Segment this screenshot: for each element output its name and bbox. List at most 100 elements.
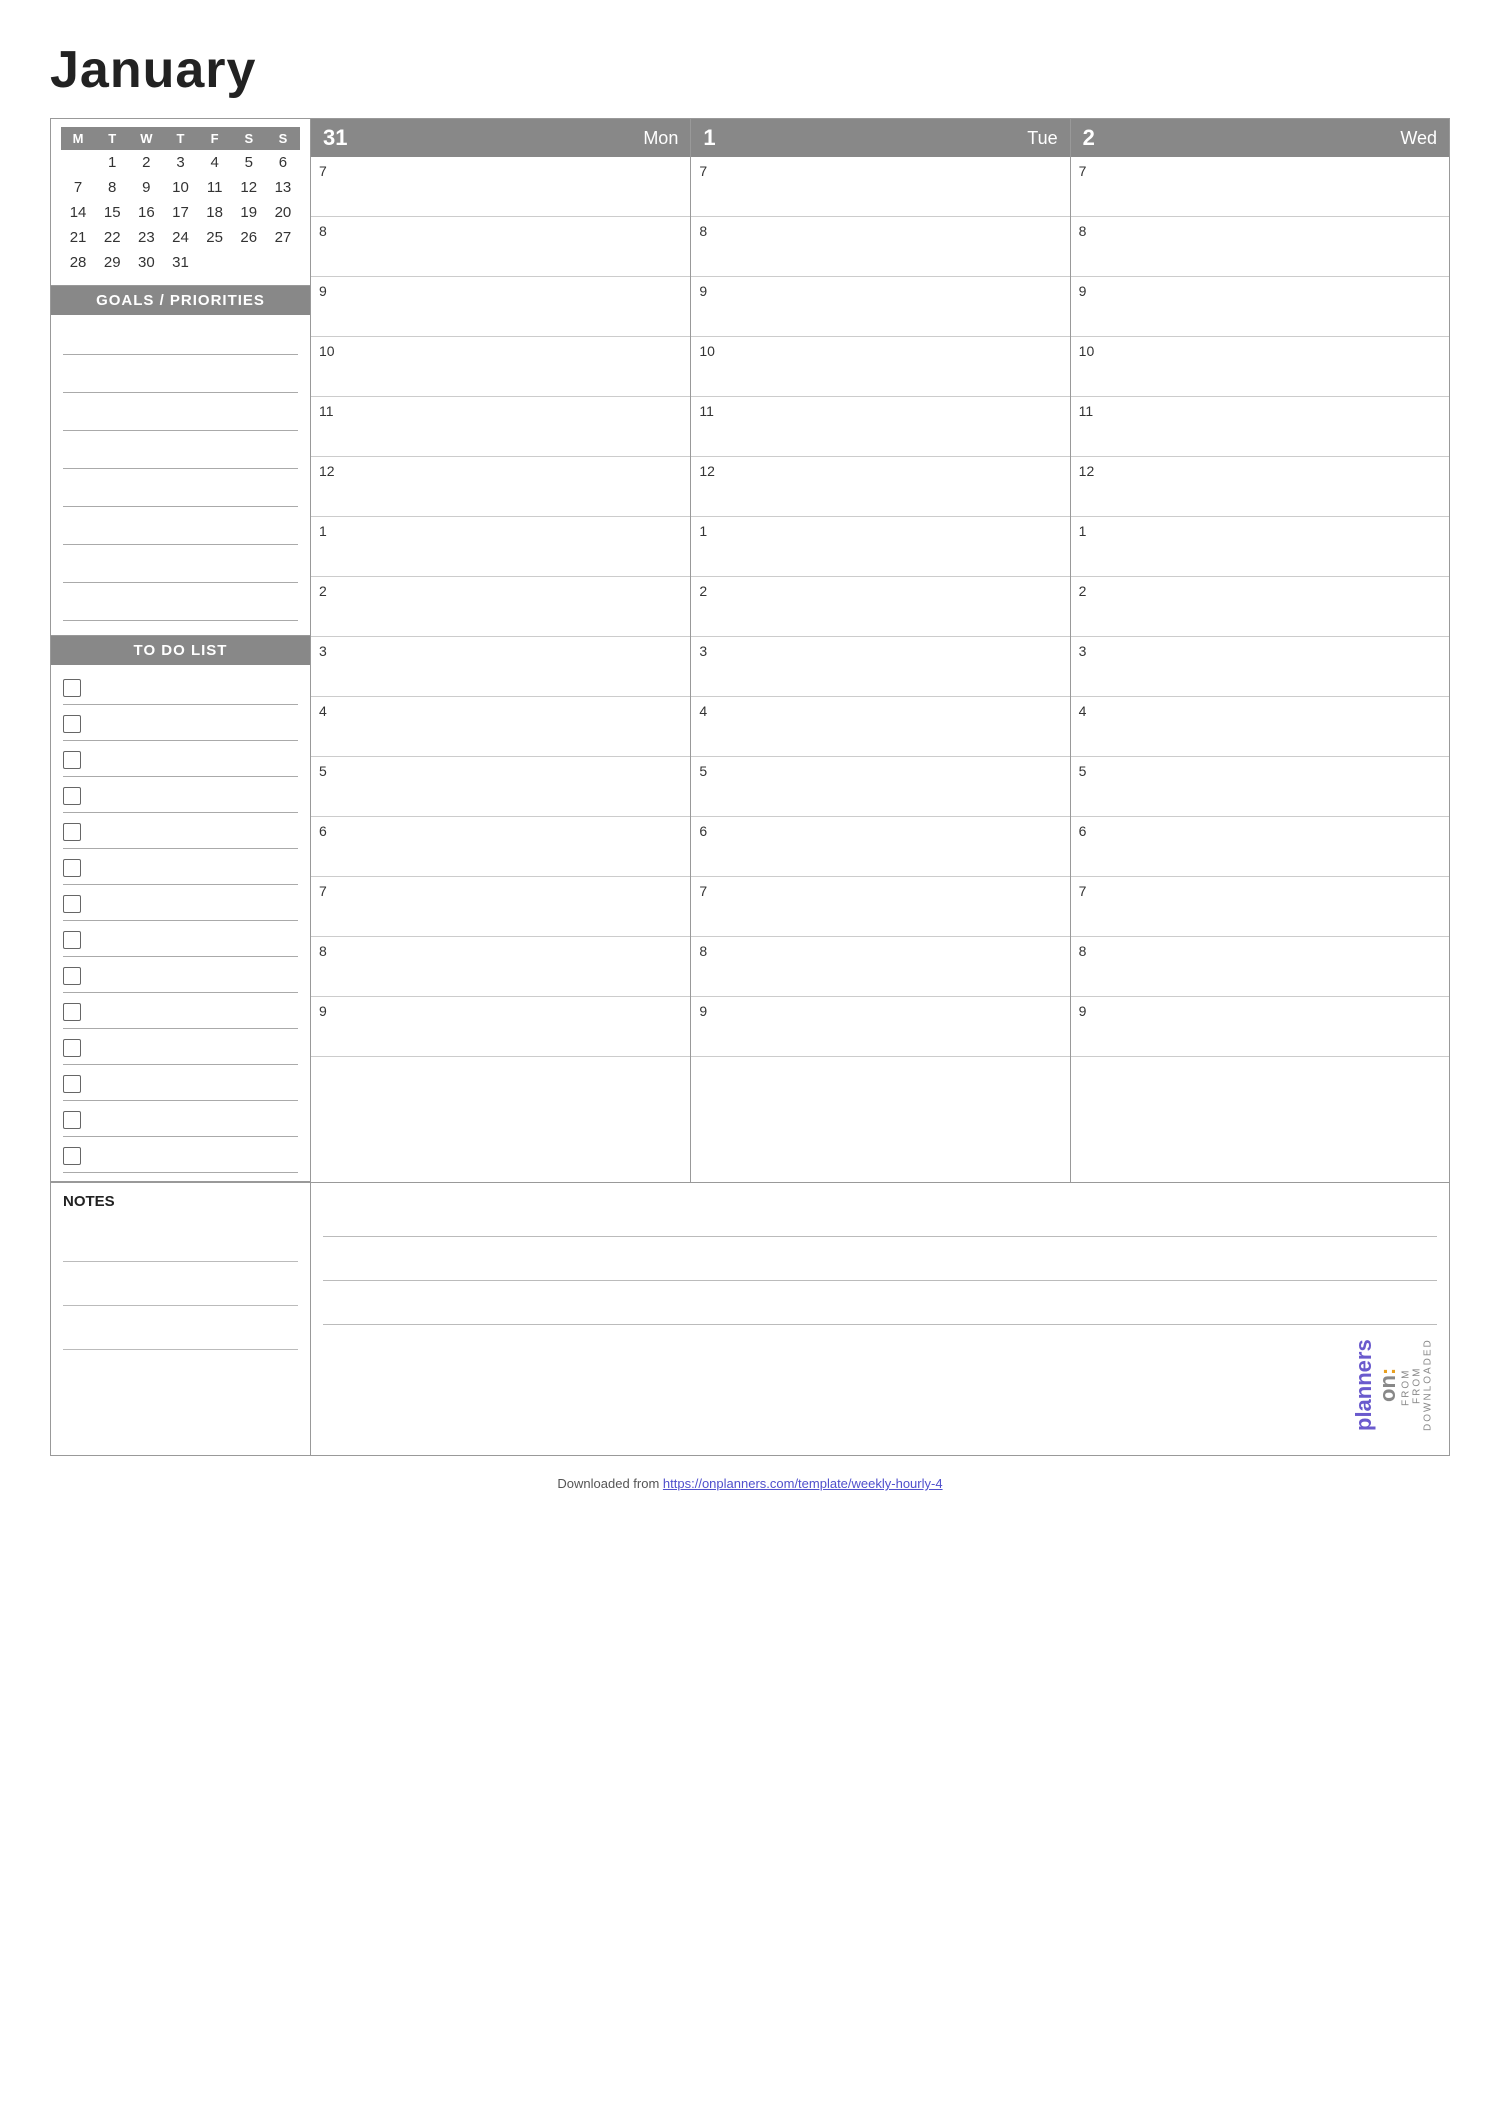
notes-area-right: [323, 1193, 1437, 1325]
hour-label: 6: [699, 821, 723, 839]
cal-day: 24: [163, 225, 197, 250]
todo-item: [63, 779, 298, 813]
branding-area: DOWNLOADED FROM FROM on: planners: [323, 1325, 1437, 1445]
todo-item: [63, 743, 298, 777]
todo-checkbox[interactable]: [63, 859, 81, 877]
goal-line: [63, 513, 298, 545]
hour-row: 9: [691, 277, 1069, 337]
todo-checkbox[interactable]: [63, 715, 81, 733]
cal-day-header: W: [129, 127, 163, 150]
todo-checkbox[interactable]: [63, 1075, 81, 1093]
goals-lines: [51, 315, 310, 635]
todo-checkbox[interactable]: [63, 895, 81, 913]
todo-checkbox[interactable]: [63, 1003, 81, 1021]
notes-label: NOTES: [63, 1193, 298, 1210]
hour-row: 6: [691, 817, 1069, 877]
todo-checkbox[interactable]: [63, 1147, 81, 1165]
cal-day: 7: [61, 175, 95, 200]
todo-checkbox[interactable]: [63, 823, 81, 841]
cal-day: 3: [163, 150, 197, 175]
hour-row: 7: [1071, 877, 1449, 937]
todo-item: [63, 923, 298, 957]
hour-label: 2: [1079, 581, 1103, 599]
hour-label: 12: [699, 461, 723, 479]
todo-item: [63, 707, 298, 741]
hour-row: 9: [1071, 997, 1449, 1057]
hour-label: 6: [1079, 821, 1103, 839]
cal-day: [61, 150, 95, 175]
notes-right: DOWNLOADED FROM FROM on: planners: [311, 1183, 1449, 1455]
hour-label: 9: [699, 281, 723, 299]
day-header: 31Mon: [311, 119, 690, 157]
notes-line: [323, 1237, 1437, 1281]
brand-downloaded: DOWNLOADED FROM: [1411, 1329, 1433, 1441]
notes-line: [63, 1218, 298, 1262]
hour-row: 8: [1071, 937, 1449, 997]
todo-checkbox[interactable]: [63, 1039, 81, 1057]
todo-checkbox[interactable]: [63, 679, 81, 697]
brand-box: DOWNLOADED FROM FROM on: planners: [1348, 1325, 1437, 1445]
cal-day-header: S: [266, 127, 300, 150]
hour-label: 10: [699, 341, 723, 359]
page-wrapper: January MTWTFSS 123456789101112131415161…: [50, 40, 1450, 1501]
hour-row: 12: [1071, 457, 1449, 517]
cal-day: 20: [266, 200, 300, 225]
brand-planners: planners: [1352, 1339, 1376, 1431]
todo-checkbox[interactable]: [63, 967, 81, 985]
brand-on-planners: on:: [1376, 1368, 1400, 1402]
cal-day: 2: [129, 150, 163, 175]
hour-label: 3: [699, 641, 723, 659]
bottom-section: NOTES DOWNLOADED FROM FROM on: plann: [50, 1183, 1450, 1456]
cal-day: 22: [95, 225, 129, 250]
notes-line: [63, 1262, 298, 1306]
hour-label: 5: [319, 761, 343, 779]
cal-day: 8: [95, 175, 129, 200]
todo-item: [63, 1103, 298, 1137]
cal-day: 17: [163, 200, 197, 225]
todo-checkbox[interactable]: [63, 931, 81, 949]
hour-label: 10: [1079, 341, 1103, 359]
hour-row: 11: [691, 397, 1069, 457]
brand-from: FROM: [1400, 1333, 1411, 1441]
todo-checkbox[interactable]: [63, 787, 81, 805]
hour-row: 2: [1071, 577, 1449, 637]
hour-row: 6: [311, 817, 690, 877]
goals-section: GOALS / PRIORITIES: [51, 286, 310, 636]
hour-label: 7: [319, 881, 343, 899]
cal-day: 21: [61, 225, 95, 250]
hour-row: 7: [1071, 157, 1449, 217]
hour-row: 8: [311, 937, 690, 997]
mini-calendar: MTWTFSS 12345678910111213141516171819202…: [51, 119, 310, 286]
todo-items: [51, 665, 310, 1181]
cal-day: 30: [129, 250, 163, 275]
cal-day: 26: [232, 225, 266, 250]
hour-row: 8: [311, 217, 690, 277]
hour-row: 5: [1071, 757, 1449, 817]
cal-day: 29: [95, 250, 129, 275]
hour-label: 5: [1079, 761, 1103, 779]
goal-line: [63, 399, 298, 431]
cal-day: 19: [232, 200, 266, 225]
hour-label: 9: [1079, 281, 1103, 299]
hour-label: 3: [1079, 641, 1103, 659]
left-panel: MTWTFSS 12345678910111213141516171819202…: [51, 119, 311, 1182]
hour-row: 10: [691, 337, 1069, 397]
footer-link[interactable]: https://onplanners.com/template/weekly-h…: [663, 1476, 943, 1491]
todo-checkbox[interactable]: [63, 1111, 81, 1129]
cal-day: 14: [61, 200, 95, 225]
days-grid: 31Mon7891011121234567891Tue7891011121234…: [311, 119, 1449, 1182]
notes-line: [323, 1193, 1437, 1237]
cal-day: [266, 250, 300, 275]
hour-row: 12: [311, 457, 690, 517]
todo-checkbox[interactable]: [63, 751, 81, 769]
todo-item: [63, 671, 298, 705]
hour-label: 9: [319, 281, 343, 299]
hour-label: 1: [699, 521, 723, 539]
brand-logo: on: planners: [1352, 1329, 1400, 1441]
hour-label: 6: [319, 821, 343, 839]
day-header: 1Tue: [691, 119, 1069, 157]
hour-label: 11: [319, 401, 343, 419]
hour-label: 3: [319, 641, 343, 659]
todo-item: [63, 1067, 298, 1101]
hour-label: 8: [319, 221, 343, 239]
